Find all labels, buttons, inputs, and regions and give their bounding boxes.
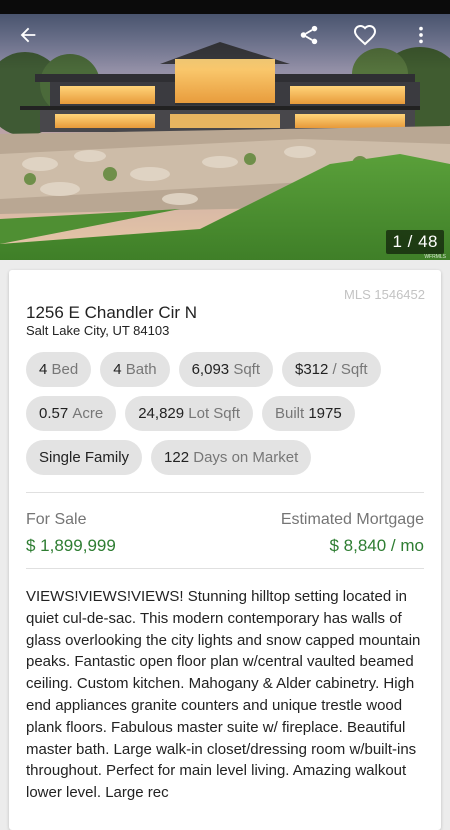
list-price: $ 1,899,999 bbox=[26, 536, 116, 555]
photo-counter: 1 / 48 bbox=[386, 230, 444, 254]
mortgage-estimate[interactable]: $ 8,840 / mo bbox=[329, 536, 424, 556]
chip-row: 4 Bed 4 Bath 6,093 Sqft $312 / Sqft bbox=[26, 352, 426, 387]
favorite-button[interactable] bbox=[344, 14, 386, 56]
fact-chip: Built 1975 bbox=[261, 396, 355, 431]
share-button[interactable] bbox=[288, 14, 330, 56]
chip-row: 0.57 Acre 24,829 Lot Sqft Built 1975 bbox=[26, 396, 426, 431]
fact-value: 24,829 bbox=[138, 405, 185, 422]
divider bbox=[26, 492, 424, 493]
listing-photo[interactable]: 1 / 48 WFRMLS bbox=[0, 14, 450, 260]
fact-label: Days on Market bbox=[193, 449, 299, 466]
sale-status-label: For Sale bbox=[26, 511, 87, 528]
fact-value: 1975 bbox=[308, 405, 342, 422]
more-options-button[interactable] bbox=[400, 14, 442, 56]
fact-label: Bed bbox=[51, 361, 79, 378]
fact-label: / Sqft bbox=[332, 361, 368, 378]
chip-row: Single Family 122 Days on Market bbox=[26, 440, 426, 475]
fact-label: Bath bbox=[125, 361, 157, 378]
fact-label: Acre bbox=[72, 405, 104, 422]
fact-value: 6,093 bbox=[191, 361, 230, 378]
mls-number: MLS 1546452 bbox=[344, 287, 425, 302]
fact-label: Built bbox=[274, 405, 305, 422]
fact-chip: 0.57 Acre bbox=[26, 396, 117, 431]
divider bbox=[26, 568, 424, 569]
photo-watermark: WFRMLS bbox=[424, 254, 446, 260]
fact-chip: 6,093 Sqft bbox=[178, 352, 273, 387]
fact-chip: $312 / Sqft bbox=[282, 352, 381, 387]
fact-value: 122 bbox=[164, 449, 190, 466]
listing-description: VIEWS!VIEWS!VIEWS! Stunning hilltop sett… bbox=[26, 588, 421, 802]
status-bar bbox=[0, 0, 450, 14]
share-icon bbox=[300, 25, 318, 45]
fact-value: $312 bbox=[295, 361, 329, 378]
mortgage-label[interactable]: Estimated Mortgage bbox=[281, 511, 424, 529]
fact-label: Lot Sqft bbox=[188, 405, 240, 422]
fact-chip: 4 Bath bbox=[100, 352, 170, 387]
fact-value: 4 bbox=[113, 361, 122, 378]
address-street: 1256 E Chandler Cir N bbox=[26, 303, 198, 322]
fact-value: Single Family bbox=[39, 449, 130, 466]
fact-chip: 122 Days on Market bbox=[151, 440, 312, 475]
fact-value: 4 bbox=[39, 361, 48, 378]
arrow-back-icon bbox=[20, 27, 36, 43]
fact-chip: 24,829 Lot Sqft bbox=[125, 396, 253, 431]
fact-chip: Single Family bbox=[26, 440, 143, 475]
heart-outline-icon bbox=[353, 24, 377, 46]
address-city: Salt Lake City, UT 84103 bbox=[26, 323, 170, 338]
back-button[interactable] bbox=[7, 14, 49, 56]
fact-chip: 4 Bed bbox=[26, 352, 92, 387]
fact-label: Sqft bbox=[233, 361, 260, 378]
listing-details-card: MLS 1546452 1256 E Chandler Cir N Salt L… bbox=[9, 270, 441, 830]
more-vert-icon bbox=[419, 26, 423, 44]
property-facts: 4 Bed 4 Bath 6,093 Sqft $312 / Sqft 0.57 Acr… bbox=[26, 352, 426, 484]
fact-value: 0.57 bbox=[39, 405, 69, 422]
